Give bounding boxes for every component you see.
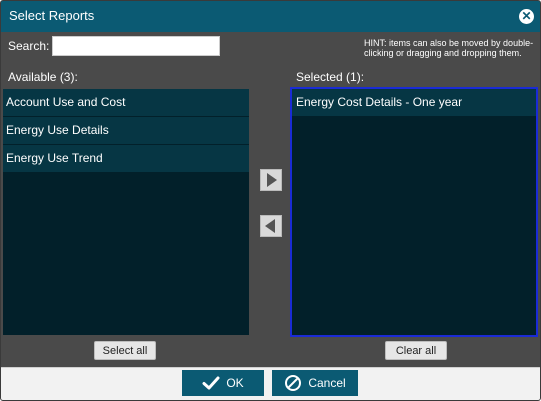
list-item[interactable]: Energy Use Details bbox=[3, 117, 249, 144]
selected-list[interactable]: Energy Cost Details - One year bbox=[290, 87, 538, 337]
select-all-button[interactable]: Select all bbox=[94, 341, 156, 360]
list-item[interactable]: Energy Use Trend bbox=[3, 145, 249, 172]
arrow-left-icon bbox=[265, 219, 275, 233]
search-label: Search: bbox=[8, 39, 50, 53]
search-input[interactable] bbox=[52, 36, 220, 56]
dialog-titlebar: Select Reports ✕ bbox=[1, 1, 540, 32]
cancel-button[interactable]: Cancel bbox=[272, 370, 358, 396]
hint-text: HINT: items can also be moved by double-… bbox=[364, 38, 534, 58]
move-right-button[interactable] bbox=[260, 169, 282, 191]
ok-button[interactable]: OK bbox=[182, 370, 264, 396]
list-item[interactable]: Account Use and Cost bbox=[3, 89, 249, 116]
checkmark-icon bbox=[202, 376, 220, 390]
move-left-button[interactable] bbox=[260, 215, 282, 237]
ok-label: OK bbox=[226, 376, 244, 390]
arrow-right-icon bbox=[267, 173, 277, 187]
clear-all-button[interactable]: Clear all bbox=[385, 341, 447, 360]
cancel-label: Cancel bbox=[308, 376, 346, 390]
available-list[interactable]: Account Use and Cost Energy Use Details … bbox=[3, 89, 249, 335]
selected-label: Selected (1): bbox=[296, 70, 365, 84]
select-reports-dialog: Select Reports ✕ Search: HINT: items can… bbox=[0, 0, 541, 401]
dialog-title: Select Reports bbox=[9, 8, 95, 23]
cancel-icon bbox=[285, 375, 302, 391]
dialog-footer: OK Cancel bbox=[1, 367, 540, 400]
list-item[interactable]: Energy Cost Details - One year bbox=[292, 89, 536, 116]
close-icon[interactable]: ✕ bbox=[519, 9, 534, 24]
available-label: Available (3): bbox=[8, 70, 78, 84]
